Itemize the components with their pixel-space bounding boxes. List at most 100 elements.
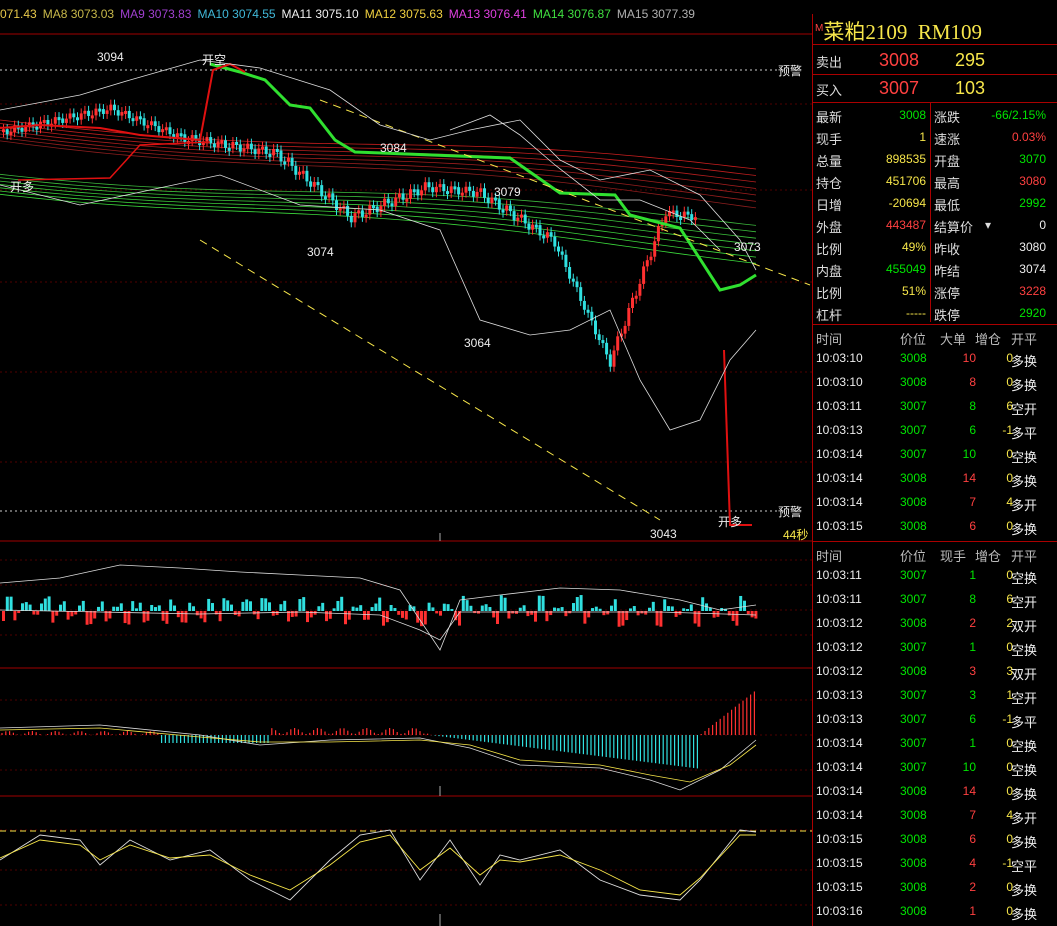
volume-bar	[374, 603, 378, 611]
candle-body	[457, 187, 461, 195]
ticks-cell-price: 3007	[900, 736, 927, 750]
candle-body	[523, 214, 527, 224]
stat-value: 0.03%	[1011, 130, 1046, 144]
candle-body	[253, 149, 257, 155]
candle-body	[353, 213, 357, 223]
ticks-row[interactable]: 10:03:15 3008 4 -1 空平	[813, 853, 1057, 877]
kline-svg[interactable]	[0, 0, 812, 926]
candle-body	[98, 108, 102, 112]
volume-bar	[81, 600, 85, 611]
ticks-row[interactable]: 10:03:11 3007 1 0 空换	[813, 565, 1057, 589]
big_trades-row[interactable]: 10:03:11 3007 8 6 空开	[813, 396, 1057, 420]
candle-body	[638, 283, 642, 296]
bid-row[interactable]: 买入 3007 103	[813, 76, 1057, 102]
candle-body	[549, 232, 553, 237]
candle-body	[545, 232, 549, 238]
osc-k	[0, 829, 757, 901]
ticks-cell-vol: 3	[969, 688, 976, 702]
ticks-row[interactable]: 10:03:14 3008 7 4 多开	[813, 805, 1057, 829]
candle-body	[257, 148, 261, 155]
ticks-row[interactable]: 10:03:12 3007 1 0 空换	[813, 637, 1057, 661]
candle-body	[323, 196, 327, 200]
volume-bar	[218, 611, 222, 622]
candle-body	[275, 148, 279, 152]
volume-bar	[461, 595, 465, 611]
candle-body	[116, 110, 120, 116]
big_trades-row[interactable]: 10:03:14 3008 14 0 多换	[813, 468, 1057, 492]
ticks-row[interactable]: 10:03:14 3007 1 0 空换	[813, 733, 1057, 757]
ticks-cell-time: 10:03:11	[816, 568, 862, 582]
ticks-row[interactable]: 10:03:11 3007 8 6 空开	[813, 589, 1057, 613]
big_trades-row[interactable]: 10:03:14 3007 10 0 空换	[813, 444, 1057, 468]
ticks-row[interactable]: 10:03:15 3008 6 0 多换	[813, 829, 1057, 853]
label-high-3094: 3094	[97, 50, 124, 64]
big_trades-row[interactable]: 10:03:15 3008 6 0 多换	[813, 516, 1057, 540]
ticks-row[interactable]: 10:03:15 3008 2 0 多换	[813, 877, 1057, 901]
candle-body	[135, 116, 139, 121]
volume-bar	[583, 611, 587, 624]
candle-body	[605, 342, 609, 355]
big_trades-cell-price: 3008	[900, 519, 927, 533]
volume-bar	[176, 611, 180, 618]
ticks-row[interactable]: 10:03:12 3008 3 3 双开	[813, 661, 1057, 685]
volume-bar	[496, 611, 499, 624]
alert-line-bottom[interactable]: 预警	[778, 503, 802, 520]
volume-bar	[62, 601, 66, 611]
volume-bar	[488, 607, 492, 611]
candle-body	[449, 186, 453, 193]
bar-countdown: 44秒	[783, 528, 809, 542]
alert-line-top[interactable]: 预警	[778, 62, 802, 79]
ticks-row[interactable]: 10:03:12 3008 2 2 双开	[813, 613, 1057, 637]
volume-bar	[480, 605, 484, 611]
volume-bar	[195, 611, 199, 616]
candle-body	[346, 205, 350, 216]
big_trades-row[interactable]: 10:03:14 3008 7 4 多开	[813, 492, 1057, 516]
stat-right-6: 昨收 3080	[813, 236, 1057, 258]
volume-bar	[423, 611, 427, 625]
ticks-row[interactable]: 10:03:13 3007 3 1 空开	[813, 685, 1057, 709]
big_trades-cell-type: 多换	[1011, 522, 1038, 537]
ticks-cell-type: 空换	[1011, 739, 1038, 754]
volume-bar	[157, 605, 161, 611]
candle-body	[383, 198, 387, 207]
candle-body	[568, 267, 572, 279]
volume-bar	[51, 611, 55, 623]
volume-bar	[442, 603, 446, 611]
ticks-row[interactable]: 10:03:16 3008 1 0 多换	[813, 901, 1057, 925]
candle-body	[175, 133, 179, 138]
big_trades-cell-time: 10:03:11	[816, 399, 862, 413]
contract-title: M菜粕2109 RM109	[815, 16, 982, 46]
volume-bar	[249, 601, 252, 611]
big_trades-cell-price: 3007	[900, 423, 927, 437]
big_trades-cell-time: 10:03:14	[816, 471, 863, 485]
volume-bar	[55, 611, 59, 616]
candle-body	[571, 278, 575, 282]
candle-body	[138, 116, 142, 120]
ticks-row[interactable]: 10:03:14 3007 10 0 空换	[813, 757, 1057, 781]
kline-chart-area[interactable]: 071.43 MA8 3073.03 MA9 3073.83 MA10 3074.55…	[0, 0, 812, 926]
big_trades-row[interactable]: 10:03:10 3008 8 0 多换	[813, 372, 1057, 396]
candle-body	[538, 225, 542, 236]
ticks-row[interactable]: 10:03:14 3008 14 0 多换	[813, 781, 1057, 805]
candle-body	[153, 121, 157, 127]
bid-price: 3007	[879, 78, 920, 98]
ticks-cell-vol: 1	[969, 568, 976, 582]
big_trades-cell-type: 多开	[1011, 498, 1038, 513]
volume-bar	[446, 604, 450, 611]
candle-body	[508, 205, 512, 212]
ask-row[interactable]: 卖出 3008 295	[813, 48, 1057, 74]
candle-body	[227, 147, 231, 151]
volume-bar	[389, 605, 393, 611]
big_trades-row[interactable]: 10:03:10 3008 10 0 多换	[813, 348, 1057, 372]
stat-label[interactable]: 结算价	[934, 217, 973, 236]
chevron-down-icon[interactable]: ▾	[985, 218, 991, 232]
ticks-row[interactable]: 10:03:13 3007 6 -1 多平	[813, 709, 1057, 733]
ma-ribbon-line	[0, 193, 757, 264]
big_trades-row[interactable]: 10:03:13 3007 6 -1 多平	[813, 420, 1057, 444]
stat-value: -66/2.15%	[991, 108, 1046, 122]
volume-bar	[518, 607, 522, 611]
candle-body	[656, 226, 660, 242]
volume-bar	[591, 608, 594, 611]
candle-body	[20, 127, 24, 132]
candle-body	[434, 186, 438, 193]
